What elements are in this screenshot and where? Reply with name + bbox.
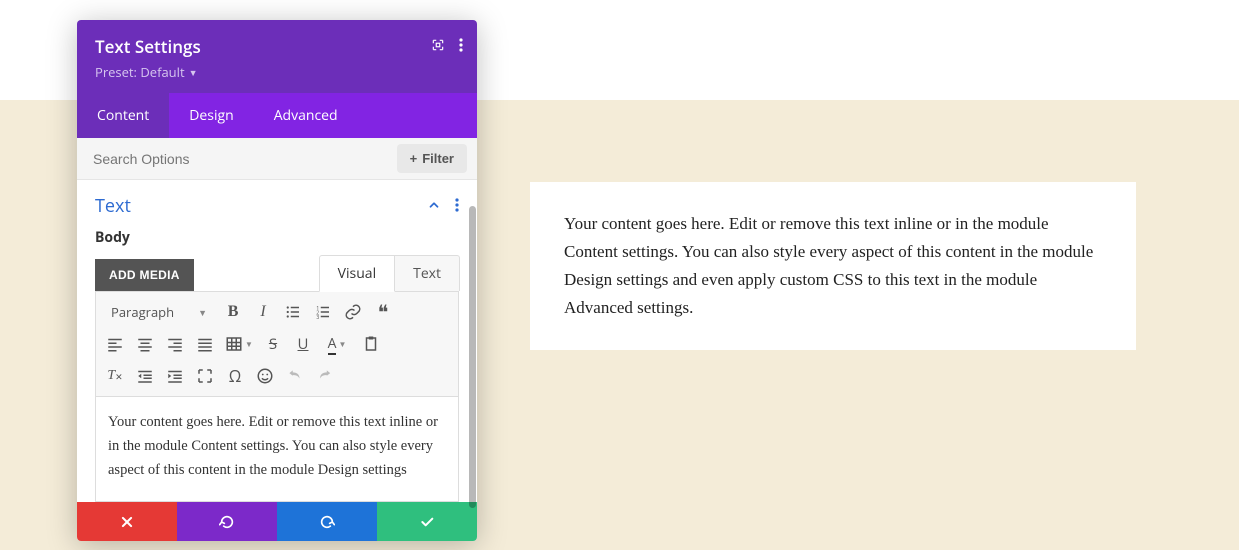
preset-label: Preset: Default xyxy=(95,63,185,81)
outdent-icon[interactable] xyxy=(132,363,158,389)
tab-text[interactable]: Text xyxy=(395,255,460,291)
search-input[interactable] xyxy=(77,139,397,179)
tab-visual[interactable]: Visual xyxy=(319,255,395,292)
align-center-icon[interactable] xyxy=(132,331,158,357)
strikethrough-icon[interactable]: S xyxy=(260,331,286,357)
editor-mode-tabs: Visual Text xyxy=(319,255,460,291)
expand-icon[interactable] xyxy=(431,35,445,57)
editor-toolbar: Paragraph ▼ B I 123 ❝ ▼ S U A▼ T✕ Ω xyxy=(95,291,459,397)
filter-label: Filter xyxy=(422,151,454,166)
editor-textarea[interactable]: Your content goes here. Edit or remove t… xyxy=(95,397,459,502)
numbered-list-icon[interactable]: 123 xyxy=(310,299,336,325)
bold-icon[interactable]: B xyxy=(220,299,246,325)
editor-text: Your content goes here. Edit or remove t… xyxy=(108,411,446,483)
add-media-button[interactable]: ADD MEDIA xyxy=(95,259,194,291)
content-preview: Your content goes here. Edit or remove t… xyxy=(530,182,1136,350)
align-right-icon[interactable] xyxy=(162,331,188,357)
clear-formatting-icon[interactable]: T✕ xyxy=(102,363,128,389)
collapse-icon[interactable] xyxy=(427,195,441,217)
section-title[interactable]: Text xyxy=(95,194,131,218)
tab-design[interactable]: Design xyxy=(169,93,253,138)
redo-button[interactable] xyxy=(277,502,377,541)
indent-icon[interactable] xyxy=(162,363,188,389)
footer-actions xyxy=(77,502,477,541)
format-select-label: Paragraph xyxy=(111,303,174,321)
preview-text[interactable]: Your content goes here. Edit or remove t… xyxy=(564,210,1102,322)
media-row: ADD MEDIA Visual Text xyxy=(77,255,477,291)
table-icon[interactable]: ▼ xyxy=(222,331,256,357)
plus-icon: + xyxy=(410,151,418,166)
caret-down-icon: ▼ xyxy=(198,306,207,319)
fullscreen-icon[interactable] xyxy=(192,363,218,389)
underline-icon[interactable]: U xyxy=(290,331,316,357)
cancel-button[interactable] xyxy=(77,502,177,541)
emoji-icon[interactable] xyxy=(252,363,278,389)
align-justify-icon[interactable] xyxy=(192,331,218,357)
section-header: Text xyxy=(77,180,477,228)
section-more-icon[interactable] xyxy=(455,195,459,217)
tab-advanced[interactable]: Advanced xyxy=(254,93,358,138)
scrollbar[interactable] xyxy=(469,206,476,508)
more-icon[interactable] xyxy=(459,35,463,57)
link-icon[interactable] xyxy=(340,299,366,325)
filter-button[interactable]: + Filter xyxy=(397,144,467,173)
undo-icon[interactable] xyxy=(282,363,308,389)
preset-dropdown[interactable]: Preset: Default ▼ xyxy=(95,63,459,81)
redo-icon[interactable] xyxy=(312,363,338,389)
svg-text:3: 3 xyxy=(316,313,319,321)
bullet-list-icon[interactable] xyxy=(280,299,306,325)
italic-icon[interactable]: I xyxy=(250,299,276,325)
align-left-icon[interactable] xyxy=(102,331,128,357)
panel-header: Text Settings Preset: Default ▼ xyxy=(77,20,477,93)
search-row: + Filter xyxy=(77,138,477,180)
caret-down-icon: ▼ xyxy=(189,66,198,79)
paste-icon[interactable] xyxy=(358,331,384,357)
body-label: Body xyxy=(77,228,477,255)
text-color-icon[interactable]: A▼ xyxy=(320,331,354,357)
panel-title: Text Settings xyxy=(95,35,459,58)
special-char-icon[interactable]: Ω xyxy=(222,363,248,389)
text-settings-panel: Text Settings Preset: Default ▼ Content … xyxy=(77,20,477,541)
main-tabs: Content Design Advanced xyxy=(77,93,477,138)
tab-content[interactable]: Content xyxy=(77,93,169,138)
format-select[interactable]: Paragraph ▼ xyxy=(102,299,216,325)
blockquote-icon[interactable]: ❝ xyxy=(370,299,396,325)
undo-button[interactable] xyxy=(177,502,277,541)
save-button[interactable] xyxy=(377,502,477,541)
